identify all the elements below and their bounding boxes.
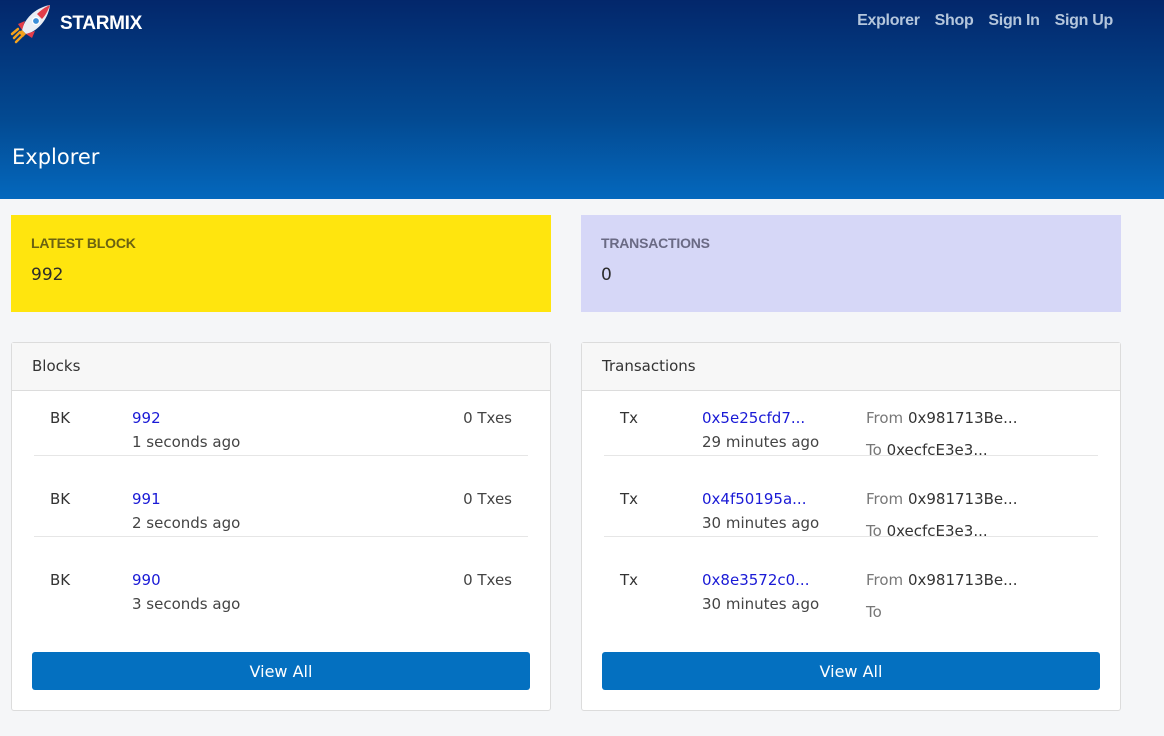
from-address: 0x981713Be... [907,490,1018,508]
brand-logo-link[interactable]: STARMIX [10,2,142,46]
view-all-transactions-button[interactable]: View All [602,652,1100,690]
block-row: BK 992 1 seconds ago 0 Txes [34,375,528,456]
blocks-list: BK 992 1 seconds ago 0 Txes BK 991 2 sec… [12,393,550,617]
tx-from: From 0x981713Be... [866,409,1017,427]
tx-hash-link[interactable]: 0x5e25cfd7... [702,409,805,427]
transactions-card: Transactions Tx 0x5e25cfd7... 29 minutes… [581,342,1121,711]
transactions-value: 0 [601,265,612,285]
block-number-link[interactable]: 990 [132,571,161,589]
blocks-card: Blocks BK 992 1 seconds ago 0 Txes BK 99… [11,342,551,711]
block-tx-count: 0 Txes [463,409,512,427]
block-row: BK 991 2 seconds ago 0 Txes [34,456,528,537]
from-label: From [866,409,904,427]
tx-time: 29 minutes ago [702,433,820,451]
header-hero: STARMIX Explorer Shop Sign In Sign Up Ex… [0,0,1164,199]
transactions-stat: TRANSACTIONS 0 [581,215,1121,312]
rocket-icon [10,5,50,44]
page-title: Explorer [12,145,100,169]
from-label: From [866,490,904,508]
view-all-blocks-button[interactable]: View All [32,652,530,690]
tx-type-label: Tx [620,490,639,508]
brand-name: STARMIX [60,13,142,34]
tx-hash-link[interactable]: 0x4f50195a... [702,490,806,508]
nav-shop[interactable]: Shop [935,12,974,30]
tx-type-label: Tx [620,409,639,427]
block-type-label: BK [50,490,71,508]
tx-time: 30 minutes ago [702,595,820,613]
nav-sign-up[interactable]: Sign Up [1055,12,1114,30]
tx-from: From 0x981713Be... [866,571,1017,589]
block-time: 1 seconds ago [132,433,241,451]
from-address: 0x981713Be... [907,571,1018,589]
block-number-link[interactable]: 992 [132,409,161,427]
from-address: 0x981713Be... [907,409,1018,427]
latest-block-stat: LATEST BLOCK 992 [11,215,551,312]
block-time: 2 seconds ago [132,514,241,532]
from-label: From [866,571,904,589]
top-nav: Explorer Shop Sign In Sign Up [857,12,1113,30]
to-label: To [866,603,882,621]
transaction-row: Tx 0x8e3572c0... 30 minutes ago From 0x9… [604,537,1098,621]
block-number-link[interactable]: 991 [132,490,161,508]
latest-block-label: LATEST BLOCK [31,235,136,251]
nav-explorer[interactable]: Explorer [857,12,920,30]
block-type-label: BK [50,409,71,427]
transactions-list: Tx 0x5e25cfd7... 29 minutes ago From 0x9… [582,393,1120,621]
tx-hash-link[interactable]: 0x8e3572c0... [702,571,809,589]
transaction-row: Tx 0x4f50195a... 30 minutes ago From 0x9… [604,456,1098,540]
tx-to: To [866,603,882,621]
tx-type-label: Tx [620,571,639,589]
block-tx-count: 0 Txes [463,490,512,508]
block-type-label: BK [50,571,71,589]
block-row: BK 990 3 seconds ago 0 Txes [34,537,528,617]
tx-time: 30 minutes ago [702,514,820,532]
transactions-label: TRANSACTIONS [601,235,710,251]
latest-block-value: 992 [31,265,64,285]
transaction-row: Tx 0x5e25cfd7... 29 minutes ago From 0x9… [604,375,1098,459]
tx-from: From 0x981713Be... [866,490,1017,508]
nav-sign-in[interactable]: Sign In [988,12,1040,30]
block-tx-count: 0 Txes [463,571,512,589]
block-time: 3 seconds ago [132,595,241,613]
